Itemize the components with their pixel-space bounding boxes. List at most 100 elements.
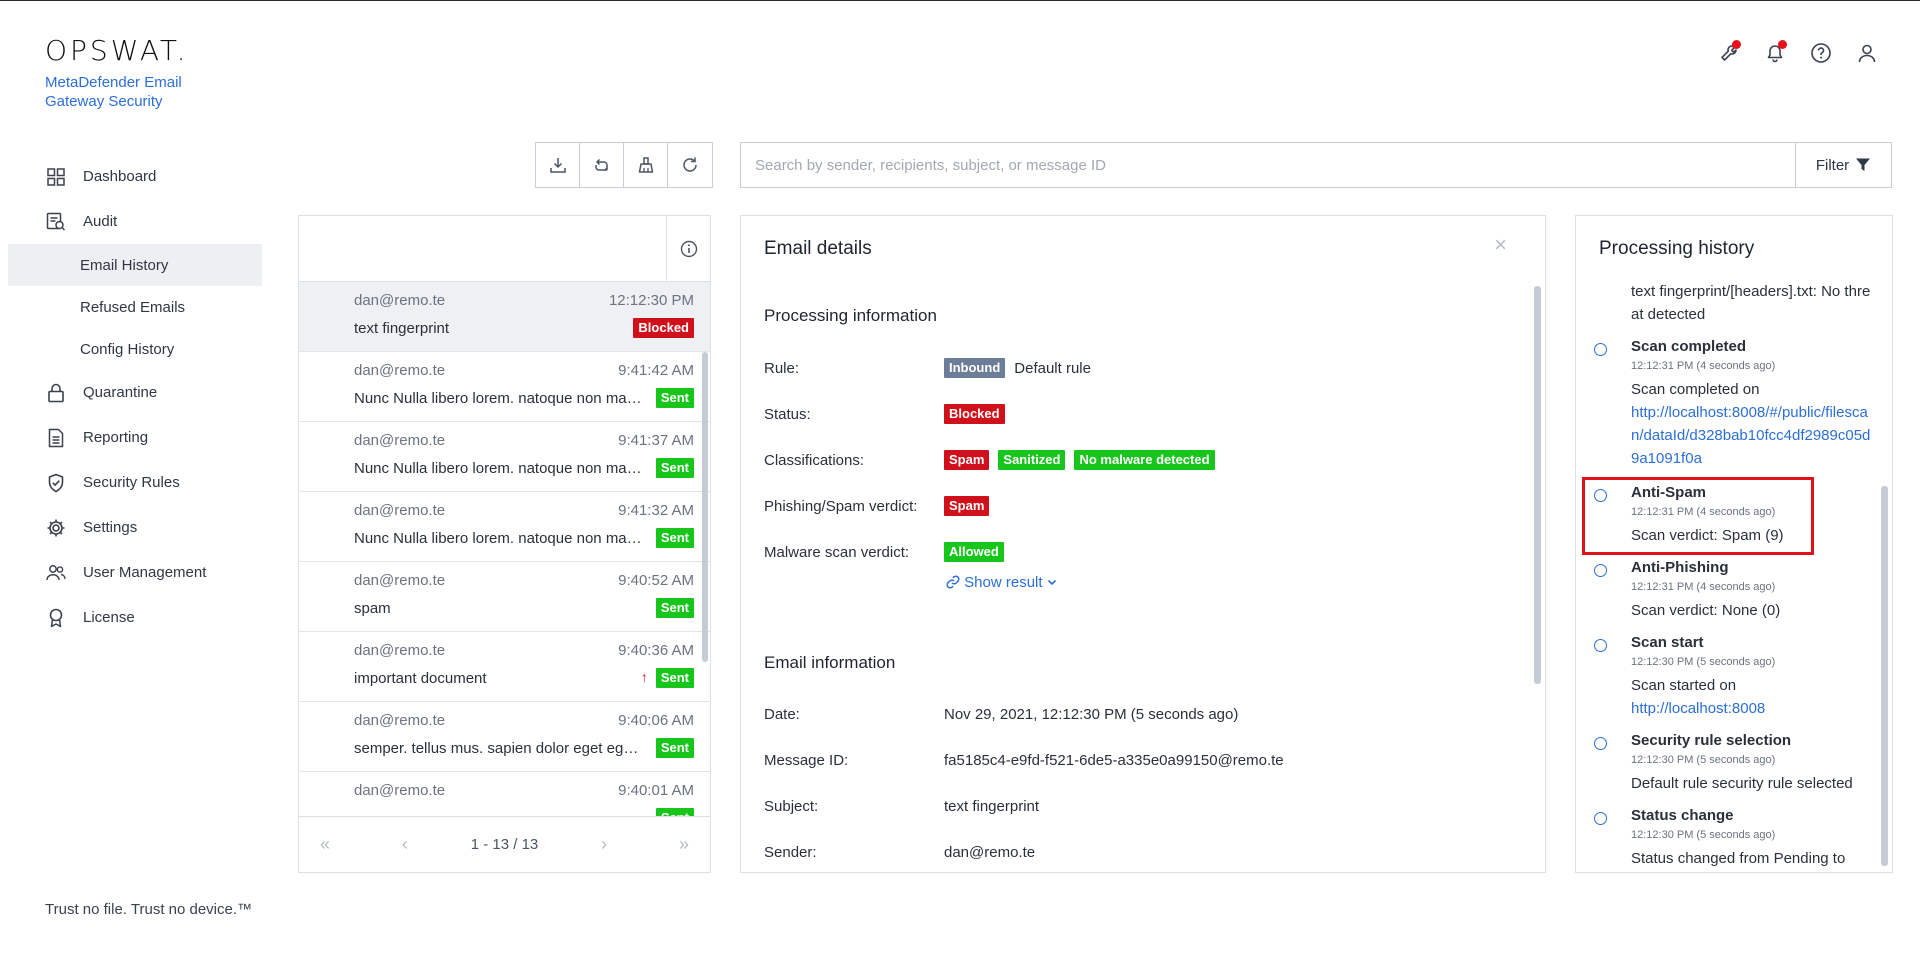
- notification-dot: [1732, 40, 1741, 49]
- history-item: Anti-Spam 12:12:31 PM (4 seconds ago) Sc…: [1576, 484, 1876, 547]
- history-time: 12:12:31 PM (4 seconds ago): [1631, 581, 1776, 593]
- row-sender: dan@remo.te: [354, 572, 446, 589]
- status-badge: Sent: [655, 668, 694, 688]
- row-sender: dan@remo.te: [354, 432, 446, 449]
- sidebar-item-label: Dashboard: [83, 168, 157, 185]
- status-badge: Sent: [655, 388, 694, 408]
- sidebar-item-email-history[interactable]: Email History: [8, 244, 262, 286]
- sidebar-item-label: Config History: [80, 340, 175, 358]
- clean-button[interactable]: [624, 143, 668, 187]
- row-subject: Nunc Nulla libero lorem. natoque non mas…: [354, 459, 644, 477]
- timeline-circle-icon: [1594, 564, 1607, 577]
- table-row[interactable]: dan@remo.te 9:41:37 AM Nunc Nulla libero …: [299, 422, 710, 492]
- history-desc: Scan verdict: None (0): [1631, 602, 1781, 619]
- sender-row: Sender: dan@remo.te: [764, 844, 1035, 861]
- high-priority-icon: ↑: [640, 669, 648, 685]
- sidebar-item-audit[interactable]: Audit: [8, 199, 262, 244]
- sidebar-item-license[interactable]: License: [8, 595, 262, 640]
- history-item: Scan completed 12:12:31 PM (4 seconds ag…: [1576, 338, 1876, 470]
- malware-badge: Allowed: [944, 542, 1004, 562]
- table-row[interactable]: dan@remo.te 9:41:42 AM Nunc Nulla libero …: [299, 352, 710, 422]
- history-desc: Scan completed on http://localhost:8008/…: [1631, 378, 1876, 470]
- subject-value: text fingerprint: [944, 798, 1040, 815]
- first-page-button[interactable]: «: [311, 834, 339, 855]
- sidebar-item-dashboard[interactable]: Dashboard: [8, 154, 262, 199]
- last-page-button[interactable]: »: [670, 834, 698, 855]
- row-time: 9:40:01 AM: [618, 782, 694, 799]
- status-badge: Sent: [655, 458, 694, 478]
- sender-label: Sender:: [764, 844, 817, 861]
- sidebar-item-reporting[interactable]: Reporting: [8, 415, 262, 460]
- row-sender: dan@remo.te: [354, 782, 446, 799]
- lock-icon: [46, 383, 66, 403]
- sidebar-item-quarantine[interactable]: Quarantine: [8, 370, 262, 415]
- table-row[interactable]: dan@remo.te 9:40:52 AM spam Sent: [299, 562, 710, 632]
- email-info-heading: Email information: [764, 653, 896, 672]
- top-border: [0, 0, 1920, 1]
- gear-icon: [46, 518, 66, 538]
- prev-page-button[interactable]: ‹: [391, 834, 419, 855]
- filter-button[interactable]: Filter: [1795, 143, 1891, 187]
- sidebar: Dashboard Audit Email History Refused Em…: [8, 154, 262, 640]
- history-time: 12:12:30 PM (5 seconds ago): [1631, 754, 1776, 766]
- table-row[interactable]: dan@remo.te 9:40:01 AM Sent: [299, 772, 710, 816]
- history-title-text: Scan completed: [1631, 338, 1747, 355]
- timeline-circle-icon: [1594, 489, 1607, 502]
- sidebar-item-user-management[interactable]: User Management: [8, 550, 262, 595]
- status-label: Status:: [764, 405, 811, 423]
- table-row[interactable]: dan@remo.te 9:41:32 AM Nunc Nulla libero …: [299, 492, 710, 562]
- show-result-label: Show result: [964, 574, 1043, 591]
- opswat-logo: OPSWAT.: [45, 34, 189, 67]
- sidebar-item-refused-emails[interactable]: Refused Emails: [8, 286, 262, 328]
- table-row[interactable]: dan@remo.te 9:40:06 AM semper. tellus mus…: [299, 702, 710, 772]
- resend-button[interactable]: [580, 143, 624, 187]
- sidebar-item-settings[interactable]: Settings: [8, 505, 262, 550]
- help-icon[interactable]: [1808, 40, 1834, 66]
- download-button[interactable]: [536, 143, 580, 187]
- email-rows: dan@remo.te 12:12:30 PM text fingerprint B…: [299, 282, 710, 816]
- row-sender: dan@remo.te: [354, 712, 446, 729]
- classification-badge: No malware detected: [1074, 450, 1215, 470]
- row-subject: semper. tellus mus. sapien dolor eget eg…: [354, 739, 644, 757]
- table-row[interactable]: dan@remo.te 12:12:30 PM text fingerprint B…: [299, 282, 710, 352]
- resend-icon: [594, 158, 608, 172]
- show-result-link[interactable]: Show result: [946, 574, 1057, 591]
- history-desc: Scan started on http://localhost:8008: [1631, 674, 1876, 720]
- email-details-panel: Email details × Processing information R…: [740, 215, 1546, 873]
- refresh-button[interactable]: [668, 143, 712, 187]
- timeline-circle-icon: [1594, 812, 1607, 825]
- history-title: Processing history: [1599, 238, 1755, 259]
- subject-row: Subject: text fingerprint: [764, 798, 1039, 815]
- sidebar-item-label: User Management: [83, 564, 207, 581]
- list-scrollbar[interactable]: [702, 352, 708, 662]
- timeline-circle-icon: [1594, 343, 1607, 356]
- info-button[interactable]: [666, 216, 710, 282]
- status-row: Status: Blocked: [764, 404, 1005, 424]
- history-desc: Scan verdict: Spam (9): [1631, 527, 1784, 544]
- status-badge: Blocked: [633, 318, 694, 338]
- details-scrollbar[interactable]: [1534, 286, 1541, 684]
- table-row[interactable]: dan@remo.te 9:40:36 AM important document…: [299, 632, 710, 702]
- scan-link[interactable]: http://localhost:8008: [1631, 697, 1876, 720]
- message-id-row: Message ID: fa5185c4-e9fd-f521-6de5-a335…: [764, 752, 1284, 769]
- tagline: Trust no file. Trust no device.™: [45, 901, 253, 918]
- wrench-icon[interactable]: [1716, 40, 1742, 66]
- bell-icon[interactable]: [1762, 40, 1788, 66]
- audit-icon: [46, 212, 66, 232]
- brand: OPSWAT. MetaDefender Email Gateway Secur…: [45, 34, 205, 111]
- broom-icon: [638, 157, 653, 173]
- close-icon[interactable]: ×: [1494, 232, 1507, 258]
- user-icon[interactable]: [1854, 40, 1880, 66]
- sidebar-item-config-history[interactable]: Config History: [8, 328, 262, 370]
- chevron-down-icon: [1047, 579, 1056, 586]
- sidebar-item-security-rules[interactable]: Security Rules: [8, 460, 262, 505]
- history-title-text: Scan start: [1631, 634, 1704, 651]
- scan-link[interactable]: http://localhost:8008/#/public/filescan/…: [1631, 401, 1876, 470]
- history-desc: Status changed from Pending to: [1631, 850, 1846, 867]
- search-input[interactable]: [741, 143, 1795, 187]
- filter-label: Filter: [1815, 156, 1850, 174]
- next-page-button[interactable]: ›: [590, 834, 618, 855]
- history-item: text fingerprint/[headers].txt: No threa…: [1576, 280, 1876, 326]
- rule-badge: Inbound: [944, 358, 1006, 378]
- history-scrollbar[interactable]: [1881, 486, 1888, 866]
